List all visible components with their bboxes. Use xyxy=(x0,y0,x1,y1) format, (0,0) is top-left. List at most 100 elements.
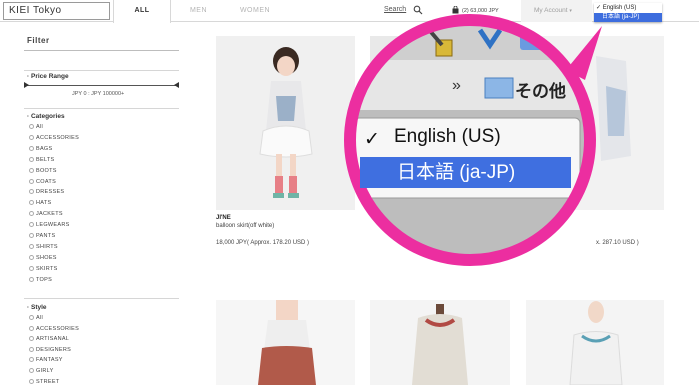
category-item-label: DRESSES xyxy=(36,189,65,196)
caret-down-icon: ▾ xyxy=(569,8,572,14)
zoom-checkmark-icon: ✓ xyxy=(364,129,380,150)
radio-icon[interactable] xyxy=(29,315,34,320)
category-item[interactable]: LEGWEARS xyxy=(29,222,70,230)
category-item[interactable]: SKIRTS xyxy=(29,265,58,274)
category-item-label: BAGS xyxy=(36,145,53,152)
divider xyxy=(24,298,179,299)
category-item-label: SKIRTS xyxy=(36,265,58,272)
category-item-label: JACKETS xyxy=(36,211,63,218)
style-item[interactable]: DESIGNERS xyxy=(29,346,71,355)
tab-women[interactable]: WOMEN xyxy=(226,0,284,22)
style-item-label: FANTASY xyxy=(36,357,63,364)
category-item[interactable]: ACCESSORIES xyxy=(29,134,80,143)
category-item[interactable]: TOPS xyxy=(29,276,52,285)
style-item[interactable]: FANTASY xyxy=(29,357,63,365)
style-item[interactable]: ARTISANAL xyxy=(29,336,69,344)
shopping-bag-icon[interactable] xyxy=(452,6,459,14)
site-logo[interactable]: KIEI Tokyo xyxy=(3,2,110,20)
radio-icon[interactable] xyxy=(29,346,34,352)
filter-title: Filter xyxy=(27,36,50,45)
price-range-title: · Price Range xyxy=(27,73,69,80)
model-photo xyxy=(526,300,664,385)
category-item-label: PANTS xyxy=(36,233,56,239)
product-name[interactable]: balloon skirt(off white) xyxy=(216,223,274,229)
cart-summary[interactable]: (2) 63,000 JPY xyxy=(462,8,499,14)
categories-title: · Categories xyxy=(27,113,65,120)
radio-icon[interactable] xyxy=(29,189,34,195)
product-image-5[interactable] xyxy=(370,300,510,385)
language-menu[interactable]: ✓ English (US) 日本語 (ja-JP) xyxy=(594,3,662,22)
mannequin-photo xyxy=(370,300,510,385)
radio-icon[interactable] xyxy=(29,167,34,173)
style-item[interactable]: All xyxy=(29,315,43,323)
product-price-partial: x. 287.10 USD ) xyxy=(596,240,639,246)
category-item-label: LEGWEARS xyxy=(36,222,70,229)
divider xyxy=(24,50,179,51)
category-item[interactable]: COATS xyxy=(29,178,56,187)
radio-icon[interactable] xyxy=(29,265,34,271)
radio-icon[interactable] xyxy=(29,145,34,151)
language-option-english-label: English (US) xyxy=(602,5,637,11)
category-item-label: ACCESSORIES xyxy=(36,134,80,141)
zoom-japanese-option: 日本語 (ja-JP) xyxy=(360,157,571,188)
radio-icon[interactable] xyxy=(29,222,34,228)
radio-icon[interactable] xyxy=(29,134,34,140)
radio-icon[interactable] xyxy=(29,378,34,384)
price-slider-max-handle[interactable] xyxy=(174,82,179,88)
category-item-label: All xyxy=(36,124,44,130)
category-item[interactable]: BAGS xyxy=(29,145,53,154)
style-item[interactable]: ACCESSORIES xyxy=(29,325,80,334)
category-item[interactable]: BELTS xyxy=(29,156,55,165)
radio-icon[interactable] xyxy=(29,368,34,373)
price-range-value: JPY 0 : JPY 100000+ xyxy=(72,91,125,97)
search-link[interactable]: Search xyxy=(384,6,406,13)
search-icon[interactable] xyxy=(413,5,423,15)
checkmark-icon: ✓ xyxy=(596,5,602,11)
price-slider-track[interactable] xyxy=(27,85,177,86)
tab-all[interactable]: ALL xyxy=(113,0,171,23)
radio-icon[interactable] xyxy=(29,233,34,238)
radio-icon[interactable] xyxy=(29,254,34,260)
category-item[interactable]: DRESSES xyxy=(29,189,64,197)
category-item[interactable]: JACKETS xyxy=(29,211,63,219)
model-photo xyxy=(216,36,355,210)
my-account-dropdown[interactable]: My Account ▾ xyxy=(521,0,592,22)
style-item-label: All xyxy=(36,315,44,321)
zoom-english-option: English (US) xyxy=(394,126,501,147)
style-title: · Style xyxy=(27,304,47,311)
category-item[interactable]: SHIRTS xyxy=(29,243,58,252)
category-item-label: SHOES xyxy=(36,254,57,261)
category-item[interactable]: PANTS xyxy=(29,233,55,241)
style-item[interactable]: GIRLY xyxy=(29,368,54,376)
radio-icon[interactable] xyxy=(29,200,34,206)
category-item[interactable]: HATS xyxy=(29,200,51,208)
radio-icon[interactable] xyxy=(29,336,34,342)
price-slider-min-handle[interactable] xyxy=(24,82,29,88)
category-item-label: BOOTS xyxy=(36,167,57,174)
radio-icon[interactable] xyxy=(29,243,34,249)
radio-icon[interactable] xyxy=(29,211,34,217)
radio-icon[interactable] xyxy=(29,357,34,363)
tab-men[interactable]: MEN xyxy=(171,0,226,22)
language-option-japanese[interactable]: 日本語 (ja-JP) xyxy=(594,13,662,22)
product-image-6[interactable] xyxy=(526,300,664,385)
style-item-label: ACCESSORIES xyxy=(36,325,80,332)
category-item[interactable]: BOOTS xyxy=(29,167,57,176)
style-item[interactable]: STREET xyxy=(29,378,60,387)
radio-icon[interactable] xyxy=(29,124,34,129)
category-item-label: HATS xyxy=(36,200,52,207)
language-option-english[interactable]: ✓ English (US) xyxy=(594,4,662,13)
product-brand[interactable]: JI'NE xyxy=(216,215,231,221)
my-account-label: My Account xyxy=(534,7,568,14)
radio-icon[interactable] xyxy=(29,156,34,162)
radio-icon[interactable] xyxy=(29,325,34,331)
style-item-label: ARTISANAL xyxy=(36,336,70,343)
category-item[interactable]: SHOES xyxy=(29,254,57,263)
divider xyxy=(24,70,179,71)
category-item[interactable]: All xyxy=(29,124,43,132)
radio-icon[interactable] xyxy=(29,276,34,282)
product-image-balloon-skirt[interactable] xyxy=(216,36,355,210)
radio-icon[interactable] xyxy=(29,178,34,184)
model-photo xyxy=(216,300,355,385)
product-image-4[interactable] xyxy=(216,300,355,385)
